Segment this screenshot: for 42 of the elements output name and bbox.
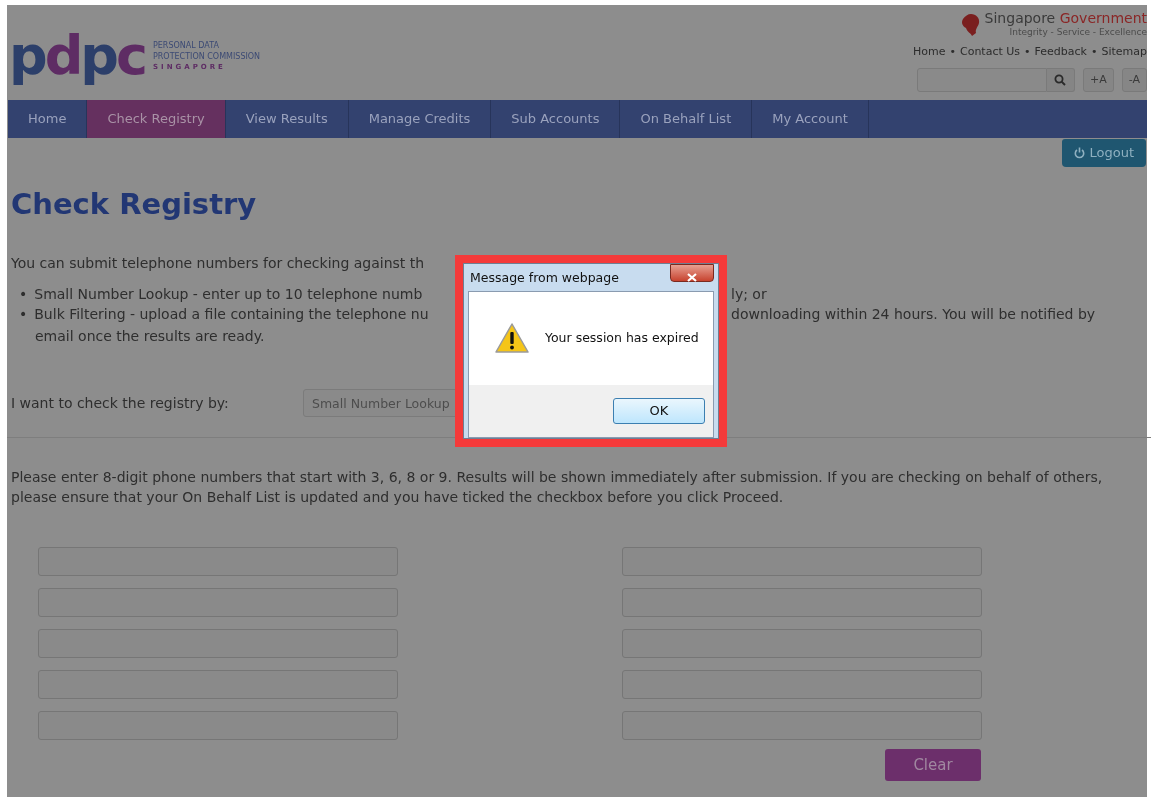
font-size-button[interactable]: +A xyxy=(1083,68,1114,93)
government-name: Singapore Government xyxy=(984,11,1147,27)
dialog-message: Your session has expired xyxy=(545,329,699,347)
dialog-title: Message from webpage xyxy=(469,269,620,287)
nav-tab[interactable]: View Results xyxy=(225,100,349,138)
nav-tab[interactable]: My Account xyxy=(752,100,869,138)
font-size-button[interactable]: -A xyxy=(1121,68,1147,93)
instructions-text: Please enter 8-digit phone numbers that start with 3, 6, 8 or 9. Results will be shown immediately after submission. If you are checking on behalf of others, please ensure that your On Behalf List is updated and you have ticked the checkbox before you click Proceed. xyxy=(11,468,1104,508)
logout-button[interactable]: Logout xyxy=(1062,139,1146,167)
link-separator: • xyxy=(949,43,956,60)
close-icon xyxy=(687,273,697,282)
top-link[interactable]: Contact Us xyxy=(959,43,1021,61)
option-text: downloading within 24 hours. You will be notified by xyxy=(731,305,1097,325)
option-text: Bulk Filtering - upload a file containing the telephone nu xyxy=(33,305,429,325)
option-text: ly; or xyxy=(731,285,768,305)
top-link[interactable]: Home xyxy=(913,43,946,61)
nav-tab[interactable]: On Behalf List xyxy=(620,100,753,138)
bullet-dot: • xyxy=(19,305,28,325)
logo-text: PERSONAL DATA xyxy=(153,39,220,51)
page-title: Check Registry xyxy=(11,186,258,222)
top-link[interactable]: Sitemap xyxy=(1101,43,1147,61)
logo-wordmark: pdpc xyxy=(9,29,145,83)
ok-button[interactable]: OK xyxy=(613,398,705,424)
warning-icon xyxy=(495,323,529,354)
link-separator: • xyxy=(1024,43,1031,60)
logo-text: PROTECTION COMMISSION xyxy=(153,50,261,62)
intro-text: You can submit telephone numbers for checking against th xyxy=(11,254,425,274)
close-button[interactable] xyxy=(670,264,714,282)
clear-button[interactable]: Clear xyxy=(885,749,981,782)
top-link[interactable]: Feedback xyxy=(1034,43,1087,61)
nav-tab[interactable]: Manage Credits xyxy=(348,100,492,138)
option-text: email once the results are ready. xyxy=(35,327,265,347)
option-text: Small Number Lookup - enter up to 10 telephone numb xyxy=(33,285,423,305)
link-separator: • xyxy=(1090,43,1098,60)
search-button[interactable] xyxy=(1047,68,1075,93)
nav-tab[interactable]: Check Registry xyxy=(87,100,226,138)
search-icon xyxy=(1054,74,1067,87)
field-label: I want to check the registry by: xyxy=(11,394,230,414)
nav-tab[interactable]: Sub Accounts xyxy=(491,100,621,138)
power-icon xyxy=(1074,146,1086,159)
government-tagline: Integrity - Service - Excellence xyxy=(1008,26,1147,40)
bullet-dot: • xyxy=(19,285,28,305)
